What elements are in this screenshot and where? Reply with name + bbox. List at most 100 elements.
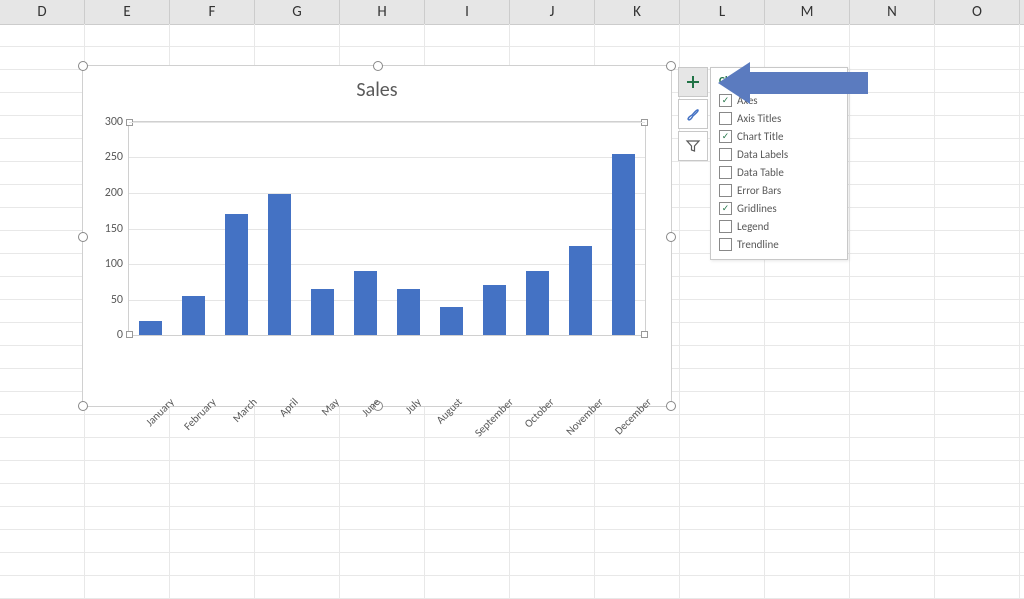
cell[interactable]: [0, 438, 85, 460]
cell[interactable]: [850, 438, 935, 460]
cell[interactable]: [510, 438, 595, 460]
resize-handle[interactable]: [666, 401, 676, 411]
cell[interactable]: [170, 484, 255, 506]
bar[interactable]: [311, 289, 335, 335]
column-header[interactable]: J: [510, 0, 595, 24]
cell[interactable]: [680, 484, 765, 506]
cell[interactable]: [935, 438, 1020, 460]
checkbox[interactable]: [719, 184, 732, 197]
cell[interactable]: [765, 507, 850, 529]
checkbox[interactable]: [719, 112, 732, 125]
cell[interactable]: [850, 484, 935, 506]
cell[interactable]: [0, 70, 85, 92]
cell[interactable]: [850, 116, 935, 138]
checkbox[interactable]: [719, 166, 732, 179]
cell[interactable]: [935, 70, 1020, 92]
cell[interactable]: [935, 392, 1020, 414]
cell[interactable]: [850, 346, 935, 368]
cell[interactable]: [0, 346, 85, 368]
cell[interactable]: [850, 392, 935, 414]
chart-filter-button[interactable]: [678, 131, 708, 161]
cell[interactable]: [0, 139, 85, 161]
chart-object[interactable]: Sales 050100150200250300 JanuaryFebruary…: [82, 65, 672, 407]
cell[interactable]: [255, 438, 340, 460]
chart-styles-button[interactable]: [678, 99, 708, 129]
cell[interactable]: [850, 208, 935, 230]
bar[interactable]: [225, 214, 249, 335]
cell[interactable]: [510, 576, 595, 598]
cell[interactable]: [85, 507, 170, 529]
cell[interactable]: [680, 300, 765, 322]
column-header[interactable]: D: [0, 0, 85, 24]
cell[interactable]: [85, 530, 170, 552]
cell[interactable]: [0, 507, 85, 529]
cell[interactable]: [680, 576, 765, 598]
bar[interactable]: [440, 307, 464, 335]
cell[interactable]: [0, 93, 85, 115]
cell[interactable]: [935, 116, 1020, 138]
cell[interactable]: [850, 461, 935, 483]
cell[interactable]: [595, 576, 680, 598]
cell[interactable]: [0, 300, 85, 322]
bar[interactable]: [612, 154, 636, 335]
cell[interactable]: [0, 461, 85, 483]
cell[interactable]: [0, 553, 85, 575]
bar[interactable]: [397, 289, 421, 335]
cell[interactable]: [0, 116, 85, 138]
bar-series[interactable]: [129, 122, 645, 335]
cell[interactable]: [935, 323, 1020, 345]
cell[interactable]: [935, 553, 1020, 575]
cell[interactable]: [85, 484, 170, 506]
cell[interactable]: [0, 369, 85, 391]
cell[interactable]: [935, 576, 1020, 598]
cell[interactable]: [680, 507, 765, 529]
cell[interactable]: [510, 507, 595, 529]
cell[interactable]: [850, 553, 935, 575]
cell[interactable]: [935, 369, 1020, 391]
resize-handle[interactable]: [78, 401, 88, 411]
cell[interactable]: [425, 461, 510, 483]
flyout-item[interactable]: Data Table: [719, 163, 839, 181]
column-header[interactable]: H: [340, 0, 425, 24]
column-header[interactable]: L: [680, 0, 765, 24]
cell[interactable]: [255, 484, 340, 506]
cell[interactable]: [680, 438, 765, 460]
bar[interactable]: [483, 285, 507, 335]
cell[interactable]: [425, 507, 510, 529]
cell[interactable]: [85, 576, 170, 598]
cell[interactable]: [680, 553, 765, 575]
cell[interactable]: [680, 369, 765, 391]
cell[interactable]: [935, 484, 1020, 506]
cell[interactable]: [680, 530, 765, 552]
flyout-item[interactable]: Axis Titles: [719, 109, 839, 127]
cell[interactable]: [935, 530, 1020, 552]
flyout-item[interactable]: Data Labels: [719, 145, 839, 163]
cell[interactable]: [425, 484, 510, 506]
cell[interactable]: [850, 415, 935, 437]
bar[interactable]: [354, 271, 378, 335]
cell[interactable]: [765, 530, 850, 552]
cell[interactable]: [0, 231, 85, 253]
cell[interactable]: [935, 254, 1020, 276]
bar[interactable]: [268, 194, 292, 335]
cell[interactable]: [0, 392, 85, 414]
cell[interactable]: [340, 507, 425, 529]
cell[interactable]: [765, 346, 850, 368]
cell[interactable]: [85, 461, 170, 483]
cell[interactable]: [595, 507, 680, 529]
cell[interactable]: [765, 300, 850, 322]
cell[interactable]: [680, 277, 765, 299]
resize-handle[interactable]: [78, 61, 88, 71]
cell[interactable]: [935, 47, 1020, 69]
cell[interactable]: [0, 47, 85, 69]
bar[interactable]: [182, 296, 206, 335]
cell[interactable]: [85, 438, 170, 460]
flyout-item[interactable]: ✓Chart Title: [719, 127, 839, 145]
bar[interactable]: [139, 321, 163, 335]
cell[interactable]: [935, 461, 1020, 483]
cell[interactable]: [680, 323, 765, 345]
checkbox[interactable]: ✓: [719, 130, 732, 143]
cell[interactable]: [850, 139, 935, 161]
cell[interactable]: [850, 162, 935, 184]
cell[interactable]: [680, 346, 765, 368]
